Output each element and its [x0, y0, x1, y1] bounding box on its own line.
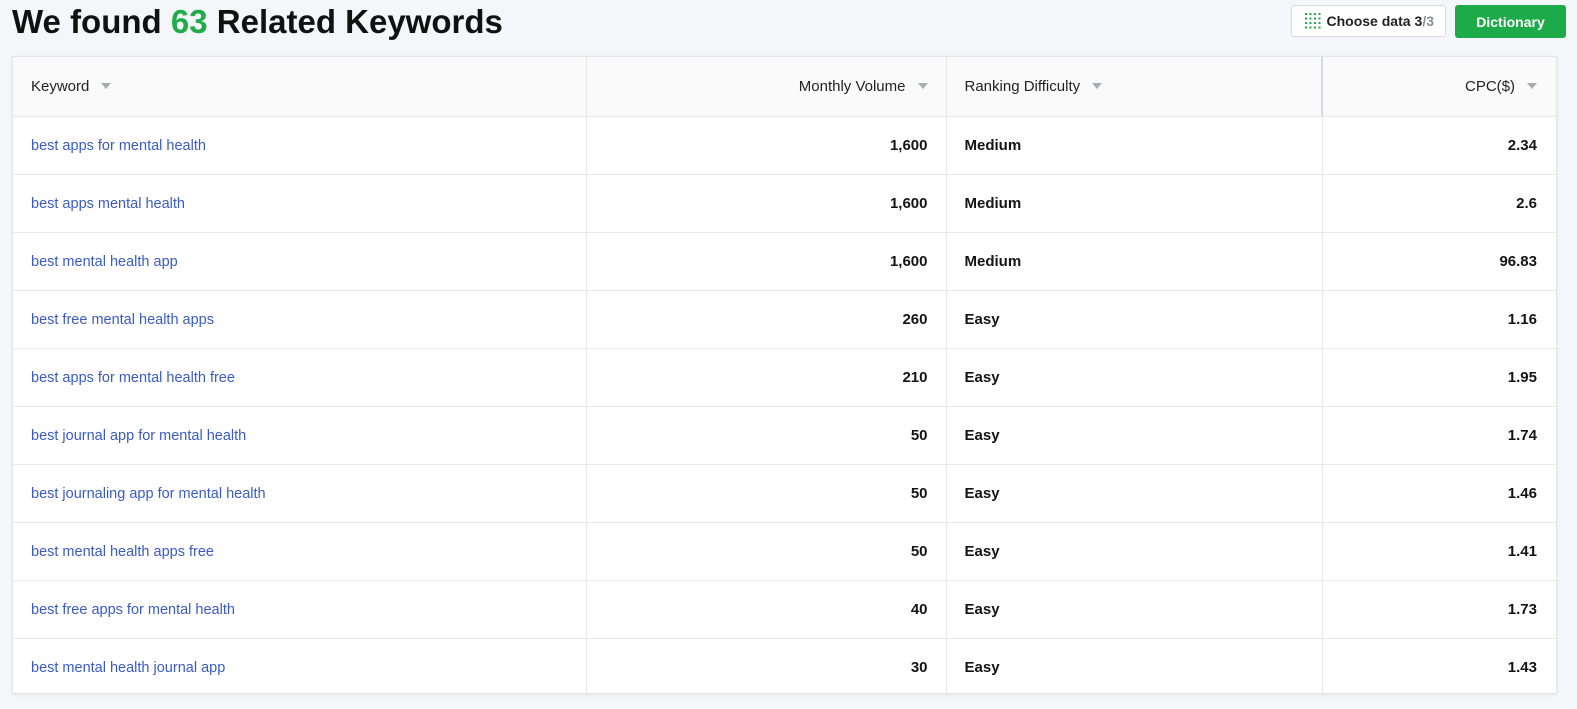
- column-header-ranking-difficulty[interactable]: Ranking Difficulty: [945, 57, 1322, 117]
- column-header-label: Ranking Difficulty: [964, 77, 1081, 95]
- cpc-cell: 2.34: [1321, 116, 1556, 175]
- choose-data-label: Choose data: [1326, 13, 1411, 29]
- keyword-link[interactable]: best journaling app for mental health: [31, 486, 266, 502]
- table-row: best mental health apps free 50 Easy 1.4…: [13, 522, 1556, 581]
- keyword-cell: best free apps for mental health: [13, 580, 586, 639]
- cpc-cell: 1.74: [1321, 406, 1556, 465]
- monthly-volume-cell: 50: [585, 522, 946, 581]
- keyword-cell: best apps mental health: [13, 174, 586, 233]
- column-header-keyword[interactable]: Keyword: [13, 57, 586, 117]
- title-prefix: We found: [12, 3, 162, 40]
- keyword-cell: best apps for mental health: [13, 116, 586, 175]
- caret-down-icon[interactable]: [1092, 82, 1103, 89]
- keywords-table: Keyword Monthly Volume Ranking Difficult…: [13, 57, 1556, 696]
- keyword-cell: best mental health app: [13, 232, 586, 291]
- column-header-label: Monthly Volume: [798, 77, 906, 95]
- table-row: best mental health app 1,600 Medium 96.8…: [13, 232, 1556, 291]
- keyword-cell: best free mental health apps: [13, 290, 586, 349]
- cpc-cell: 1.73: [1321, 580, 1556, 639]
- monthly-volume-cell: 50: [585, 464, 946, 523]
- keyword-link[interactable]: best apps for mental health free: [31, 370, 235, 386]
- column-header-label: Keyword: [31, 77, 90, 95]
- monthly-volume-cell: 40: [585, 580, 946, 639]
- choose-data-selected: 3: [1414, 13, 1423, 29]
- ranking-difficulty-cell: Easy: [945, 580, 1322, 639]
- cpc-cell: 96.83: [1321, 232, 1556, 291]
- ranking-difficulty-cell: Medium: [945, 116, 1322, 175]
- column-header-label: CPC($): [1464, 77, 1515, 95]
- choose-data-total: 3: [1426, 13, 1434, 29]
- table-row: best free apps for mental health 40 Easy…: [13, 580, 1556, 639]
- keyword-link[interactable]: best free mental health apps: [31, 312, 214, 328]
- keyword-cell: best journaling app for mental health: [13, 464, 586, 523]
- table-row: best free mental health apps 260 Easy 1.…: [13, 290, 1556, 349]
- table-row: best apps mental health 1,600 Medium 2.6: [13, 174, 1556, 233]
- ranking-difficulty-cell: Medium: [945, 174, 1322, 233]
- keyword-cell: best journal app for mental health: [13, 406, 586, 465]
- ranking-difficulty-cell: Easy: [945, 464, 1322, 523]
- cpc-cell: 1.41: [1321, 522, 1556, 581]
- ranking-difficulty-cell: Easy: [945, 290, 1322, 349]
- monthly-volume-cell: 1,600: [585, 232, 946, 291]
- table-row: best apps for mental health free 210 Eas…: [13, 348, 1556, 407]
- column-header-cpc[interactable]: CPC($): [1321, 57, 1556, 117]
- ranking-difficulty-cell: Easy: [945, 638, 1322, 696]
- table-header-row: Keyword Monthly Volume Ranking Difficult…: [13, 57, 1556, 117]
- table-row: best apps for mental health 1,600 Medium…: [13, 116, 1556, 175]
- keyword-results-page: We found 63 Related Keywords Choose data…: [0, 0, 1577, 709]
- ranking-difficulty-cell: Easy: [945, 406, 1322, 465]
- keyword-link[interactable]: best mental health app: [31, 254, 178, 270]
- keyword-cell: best mental health journal app: [13, 638, 586, 696]
- monthly-volume-cell: 1,600: [585, 174, 946, 233]
- monthly-volume-cell: 260: [585, 290, 946, 349]
- keyword-link[interactable]: best apps mental health: [31, 196, 185, 212]
- cpc-cell: 1.16: [1321, 290, 1556, 349]
- keyword-cell: best apps for mental health free: [13, 348, 586, 407]
- ranking-difficulty-cell: Easy: [945, 522, 1322, 581]
- cpc-cell: 2.6: [1321, 174, 1556, 233]
- keyword-link[interactable]: best mental health journal app: [31, 660, 225, 676]
- monthly-volume-cell: 1,600: [585, 116, 946, 175]
- column-header-monthly-volume[interactable]: Monthly Volume: [585, 57, 946, 117]
- grid-icon: [1304, 13, 1321, 29]
- dictionary-button[interactable]: Dictionary: [1455, 5, 1566, 38]
- cpc-cell: 1.95: [1321, 348, 1556, 407]
- table-row: best journal app for mental health 50 Ea…: [13, 406, 1556, 465]
- page-title: We found 63 Related Keywords: [12, 2, 503, 42]
- monthly-volume-cell: 210: [585, 348, 946, 407]
- keyword-link[interactable]: best free apps for mental health: [31, 602, 235, 618]
- table-row: best journaling app for mental health 50…: [13, 464, 1556, 523]
- keywords-table-card: Keyword Monthly Volume Ranking Difficult…: [12, 56, 1557, 696]
- title-suffix: Related Keywords: [216, 3, 503, 40]
- caret-down-icon[interactable]: [101, 82, 112, 89]
- caret-down-icon[interactable]: [1527, 82, 1537, 89]
- keyword-count: 63: [170, 3, 208, 40]
- keyword-link[interactable]: best mental health apps free: [31, 544, 214, 560]
- cpc-cell: 1.46: [1321, 464, 1556, 523]
- caret-down-icon[interactable]: [917, 82, 928, 89]
- ranking-difficulty-cell: Easy: [945, 348, 1322, 407]
- monthly-volume-cell: 50: [585, 406, 946, 465]
- monthly-volume-cell: 30: [585, 638, 946, 696]
- keyword-cell: best mental health apps free: [13, 522, 586, 581]
- choose-data-button[interactable]: Choose data 3/3: [1290, 5, 1446, 37]
- keyword-link[interactable]: best apps for mental health: [31, 138, 206, 154]
- cpc-cell: 1.43: [1321, 638, 1556, 696]
- table-row: best mental health journal app 30 Easy 1…: [13, 638, 1556, 696]
- keyword-link[interactable]: best journal app for mental health: [31, 428, 246, 444]
- toolbar: Choose data 3/3 Dictionary: [1290, 5, 1566, 38]
- ranking-difficulty-cell: Medium: [945, 232, 1322, 291]
